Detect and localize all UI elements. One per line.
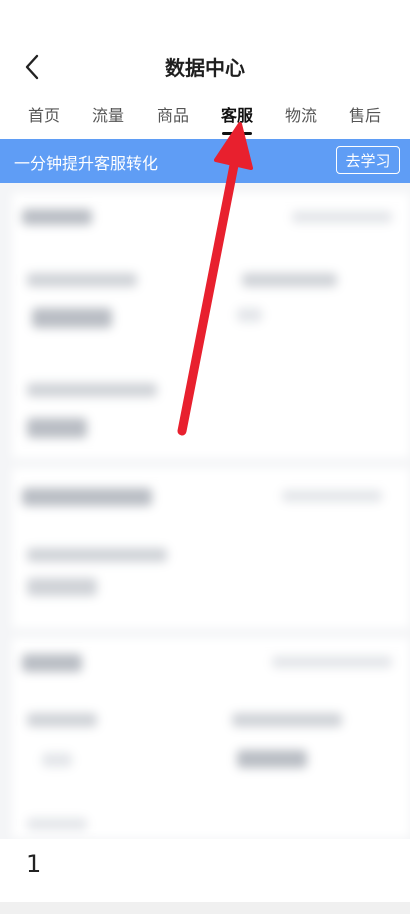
tab-logistics[interactable]: 物流 [285, 102, 317, 126]
learn-button[interactable]: 去学习 [336, 146, 400, 174]
blurred-placeholder [0, 183, 410, 839]
active-tab-indicator [222, 132, 252, 135]
blurred-card [12, 193, 410, 458]
bottom-divider [0, 902, 410, 914]
blurred-content-area [0, 183, 410, 839]
blurred-card [12, 638, 410, 838]
tab-after-sales[interactable]: 售后 [349, 102, 381, 126]
promo-banner: 一分钟提升客服转化 去学习 [0, 139, 410, 183]
tab-products[interactable]: 商品 [157, 102, 189, 126]
top-nav-bar: 数据中心 [0, 0, 410, 92]
tab-bar: 首页 流量 商品 客服 物流 售后 [0, 98, 410, 138]
page-number: 1 [26, 850, 42, 878]
tab-home[interactable]: 首页 [28, 102, 60, 126]
tab-customer-service[interactable]: 客服 [221, 102, 253, 126]
banner-text: 一分钟提升客服转化 [14, 154, 159, 173]
blurred-card [12, 468, 410, 628]
page-title: 数据中心 [165, 56, 245, 80]
tab-traffic[interactable]: 流量 [92, 102, 124, 126]
